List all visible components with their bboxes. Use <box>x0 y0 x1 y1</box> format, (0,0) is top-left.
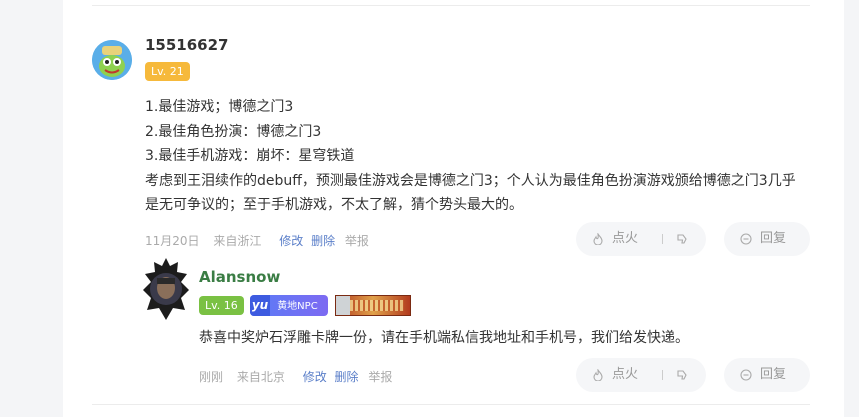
level-badge: Lv. 21 <box>145 62 190 81</box>
report-link[interactable]: 举报 <box>368 370 392 384</box>
fire-icon[interactable] <box>592 233 604 245</box>
fire-icon[interactable] <box>592 369 604 381</box>
comment-body: 1.最佳游戏；博德之门3 2.最佳角色扮演：博德之门3 3.最佳手机游戏：崩坏：… <box>145 95 805 218</box>
avatar[interactable] <box>92 40 132 80</box>
separator <box>662 234 663 244</box>
npc-badge-label: 黄地NPC <box>277 301 318 312</box>
comment-meta: 11月20日 来自浙江 修改 删除 举报 <box>145 232 379 249</box>
location: 来自北京 <box>236 370 285 384</box>
medal-icon <box>336 296 350 315</box>
report-link[interactable]: 举报 <box>345 234 369 248</box>
delete-link[interactable]: 删除 <box>311 234 335 248</box>
username[interactable]: Alansnow <box>199 268 280 286</box>
username[interactable]: 15516627 <box>145 36 229 54</box>
divider <box>92 404 810 405</box>
thumb-down-icon[interactable] <box>676 369 688 381</box>
fire-vote-pill: 点火 <box>576 222 706 256</box>
reply-button[interactable]: 回复 <box>724 222 810 256</box>
edit-link[interactable]: 修改 <box>279 234 303 248</box>
reply-meta: 刚刚 来自北京 修改 删除 举报 <box>199 368 402 385</box>
medal-pattern <box>350 300 404 311</box>
edit-link[interactable]: 修改 <box>303 370 327 384</box>
comment-line: 3.最佳手机游戏：崩坏：星穹铁道 <box>145 148 355 164</box>
fire-button[interactable]: 点火 <box>612 358 638 392</box>
game-medal-badge <box>335 295 411 316</box>
comment-icon <box>740 233 752 245</box>
yu-logo: yu <box>250 295 270 316</box>
delete-link[interactable]: 删除 <box>335 370 359 384</box>
timestamp: 11月20日 <box>145 234 200 248</box>
npc-badge: yu 黄地NPC <box>250 295 328 316</box>
fire-button[interactable]: 点火 <box>612 222 638 256</box>
reply-button[interactable]: 回复 <box>724 358 810 392</box>
reply-label: 回复 <box>760 367 787 382</box>
thumb-down-icon[interactable] <box>676 233 688 245</box>
divider <box>92 5 810 6</box>
avatar[interactable] <box>143 258 189 320</box>
timestamp: 刚刚 <box>199 370 224 384</box>
reply-body: 恭喜中奖炉石浮雕卡牌一份，请在手机端私信我地址和手机号，我们给发快递。 <box>199 330 689 346</box>
fire-vote-pill: 点火 <box>576 358 706 392</box>
comment-line: 考虑到王泪续作的debuff，预测最佳游戏会是博德之门3；个人认为最佳角色扮演游… <box>145 172 796 214</box>
level-badge: Lv. 16 <box>199 296 244 315</box>
reply-label: 回复 <box>760 231 787 246</box>
location: 来自浙江 <box>213 234 262 248</box>
comment-line: 1.最佳游戏；博德之门3 <box>145 99 294 115</box>
separator <box>662 370 663 380</box>
comment-icon <box>740 369 752 381</box>
comment-line: 2.最佳角色扮演：博德之门3 <box>145 123 322 140</box>
